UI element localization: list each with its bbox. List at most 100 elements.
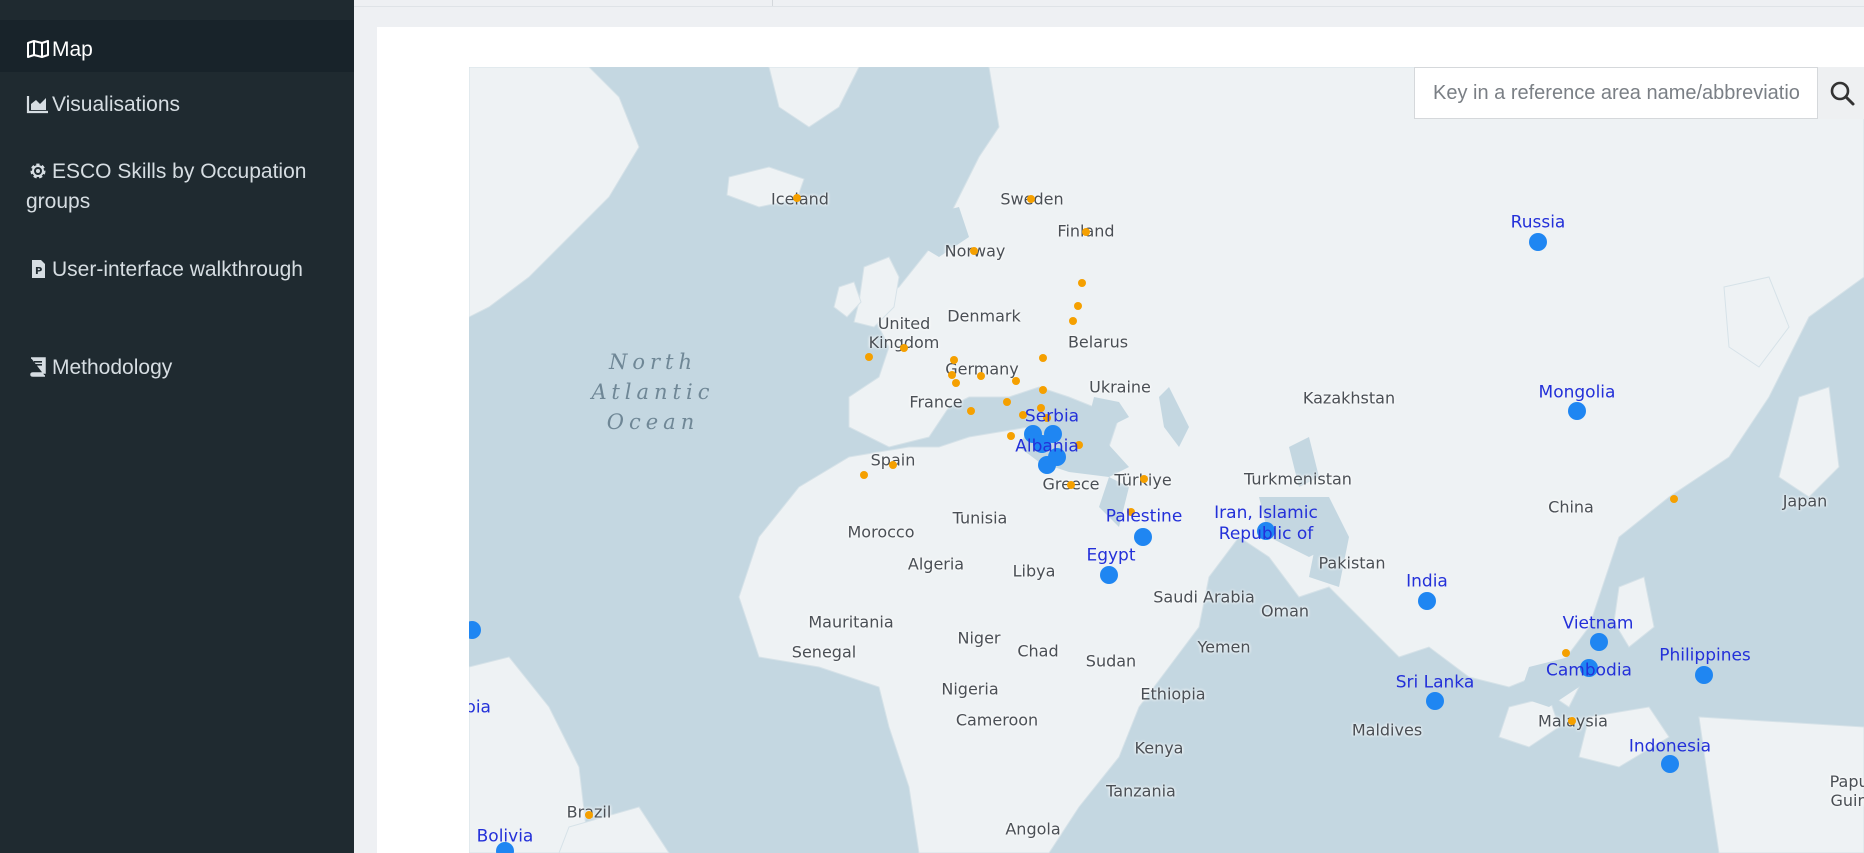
- minor-location-marker[interactable]: [889, 461, 897, 469]
- minor-location-marker[interactable]: [1568, 717, 1576, 725]
- top-bar: [354, 0, 1864, 7]
- country-marker[interactable]: [1590, 633, 1608, 651]
- minor-location-marker[interactable]: [1562, 649, 1570, 657]
- country-label-saudi-arabia: Saudi Arabia: [1153, 587, 1255, 607]
- highlighted-country-label-russia[interactable]: Russia: [1511, 213, 1566, 234]
- minor-location-marker[interactable]: [1007, 432, 1015, 440]
- country-marker[interactable]: [1529, 233, 1547, 251]
- minor-location-marker[interactable]: [967, 407, 975, 415]
- minor-location-marker[interactable]: [948, 371, 956, 379]
- country-label-maldives: Maldives: [1351, 720, 1423, 740]
- country-marker[interactable]: [1134, 528, 1152, 546]
- country-label-tanzania: Tanzania: [1106, 781, 1176, 801]
- country-marker[interactable]: [1418, 592, 1436, 610]
- sidebar-item-label: ESCO Skills by Occupation groups: [26, 160, 307, 213]
- country-label-niger: Niger: [957, 628, 1001, 648]
- country-label-sudan: Sudan: [1085, 651, 1137, 671]
- country-label-papua: Papua Guine: [1829, 772, 1864, 810]
- minor-location-marker[interactable]: [1012, 377, 1020, 385]
- highlighted-country-label-iran[interactable]: Iran, Islamic Republic of: [1214, 503, 1318, 545]
- country-label-nigeria: Nigeria: [941, 679, 999, 699]
- minor-location-marker[interactable]: [865, 353, 873, 361]
- country-label-yemen: Yemen: [1197, 637, 1251, 657]
- minor-location-marker[interactable]: [1027, 195, 1035, 203]
- country-label-turkmenistan: Turkmenistan: [1244, 469, 1352, 489]
- highlighted-country-label-palestine[interactable]: Palestine: [1106, 507, 1183, 528]
- area-chart-icon: [26, 94, 50, 114]
- minor-location-marker[interactable]: [1039, 386, 1047, 394]
- minor-location-marker[interactable]: [952, 379, 960, 387]
- country-label-oman: Oman: [1260, 601, 1310, 621]
- highlighted-country-label-cambodia[interactable]: Cambodia: [1546, 661, 1632, 682]
- ocean-label-north-atlantic: North Atlantic Ocean: [591, 350, 715, 434]
- highlighted-country-label-albania[interactable]: Albania: [1015, 437, 1078, 458]
- country-label-senegal: Senegal: [791, 642, 857, 662]
- sidebar-item-esco-skills[interactable]: ESCO Skills by Occupation groups: [0, 157, 354, 217]
- country-marker[interactable]: [1695, 666, 1713, 684]
- country-label-chad: Chad: [1017, 641, 1059, 661]
- country-label-denmark: Denmark: [947, 306, 1021, 326]
- highlighted-country-label-philippines[interactable]: Philippines: [1659, 646, 1751, 667]
- minor-location-marker[interactable]: [1003, 398, 1011, 406]
- sidebar-item-label: Map: [52, 38, 93, 61]
- top-bar-divider: [772, 0, 773, 6]
- highlighted-country-label-serbia[interactable]: Serbia: [1025, 407, 1079, 428]
- sidebar-item-map[interactable]: Map: [0, 20, 354, 72]
- search-input[interactable]: [1415, 68, 1817, 118]
- country-label-belarus: Belarus: [1067, 332, 1129, 352]
- search-icon: [1830, 81, 1855, 106]
- minor-location-marker[interactable]: [1039, 354, 1047, 362]
- gear-icon: [26, 161, 50, 181]
- highlighted-country-label-mongolia[interactable]: Mongolia: [1539, 383, 1616, 404]
- minor-location-marker[interactable]: [793, 194, 801, 202]
- sidebar-item-visualisations[interactable]: Visualisations: [0, 90, 354, 120]
- minor-location-marker[interactable]: [1140, 475, 1148, 483]
- minor-location-marker[interactable]: [1067, 481, 1075, 489]
- minor-location-marker[interactable]: [1082, 228, 1090, 236]
- country-label-tunisia: Tunisia: [952, 508, 1008, 528]
- sidebar-item-label: User-interface walkthrough: [52, 258, 303, 281]
- country-label-china: China: [1548, 497, 1594, 517]
- country-label-ethiopia: Ethiopia: [1140, 684, 1206, 704]
- sidebar-item-methodology[interactable]: Methodology: [0, 353, 354, 383]
- highlighted-country-label-colombia[interactable]: bia: [469, 698, 491, 719]
- country-marker[interactable]: [1568, 402, 1586, 420]
- svg-text:P: P: [35, 266, 42, 277]
- highlighted-country-label-vietnam[interactable]: Vietnam: [1563, 614, 1634, 635]
- minor-location-marker[interactable]: [585, 811, 593, 819]
- sidebar: Map Visualisations ESCO Skills by Occupa…: [0, 0, 354, 853]
- country-marker[interactable]: [1100, 566, 1118, 584]
- minor-location-marker[interactable]: [977, 372, 985, 380]
- minor-location-marker[interactable]: [970, 247, 978, 255]
- country-label-kazakhstan: Kazakhstan: [1302, 388, 1396, 408]
- map-icon: [26, 39, 50, 59]
- highlighted-country-label-bolivia[interactable]: Bolivia: [477, 827, 534, 848]
- highlighted-country-label-india[interactable]: India: [1406, 572, 1448, 593]
- minor-location-marker[interactable]: [1074, 302, 1082, 310]
- sidebar-item-label: Visualisations: [52, 93, 181, 116]
- country-label-libya: Libya: [1012, 561, 1056, 581]
- country-marker[interactable]: [1038, 456, 1056, 474]
- highlighted-country-label-egypt[interactable]: Egypt: [1086, 546, 1135, 567]
- map-land: [469, 67, 1864, 853]
- search-box: [1414, 67, 1864, 119]
- minor-location-marker[interactable]: [950, 356, 958, 364]
- country-marker[interactable]: [1426, 692, 1444, 710]
- book-icon: [26, 357, 50, 377]
- minor-location-marker[interactable]: [1670, 495, 1678, 503]
- world-map[interactable]: IcelandSwedenFinlandNorwayDenmarkUnited …: [469, 67, 1864, 853]
- minor-location-marker[interactable]: [900, 344, 908, 352]
- country-label-mauritania: Mauritania: [808, 612, 894, 632]
- country-label-ukraine: Ukraine: [1089, 377, 1151, 397]
- sidebar-item-walkthrough[interactable]: P User-interface walkthrough: [0, 255, 354, 285]
- country-label-pakistan: Pakistan: [1318, 553, 1386, 573]
- minor-location-marker[interactable]: [860, 471, 868, 479]
- highlighted-country-label-indonesia[interactable]: Indonesia: [1629, 737, 1711, 758]
- minor-location-marker[interactable]: [1069, 317, 1077, 325]
- search-button[interactable]: [1817, 67, 1864, 119]
- country-label-kenya: Kenya: [1134, 738, 1184, 758]
- country-marker[interactable]: [1661, 755, 1679, 773]
- country-label-angola: Angola: [1005, 819, 1061, 839]
- highlighted-country-label-sri-lanka[interactable]: Sri Lanka: [1396, 673, 1475, 694]
- minor-location-marker[interactable]: [1078, 279, 1086, 287]
